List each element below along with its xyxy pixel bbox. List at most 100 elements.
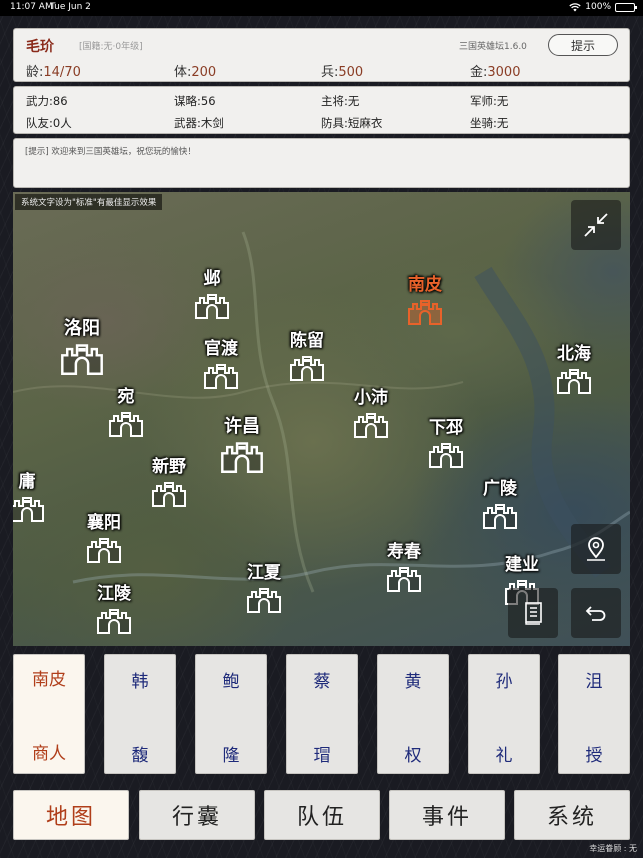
- tab-map[interactable]: 地图: [13, 790, 129, 840]
- npc-card-huang-quan[interactable]: 黄 权: [377, 654, 449, 774]
- npc-card-bao-long[interactable]: 鲍 隆: [195, 654, 267, 774]
- city-name: 庸: [18, 472, 36, 492]
- attr-martial: 武力:86: [26, 94, 68, 108]
- city-jiangxia[interactable]: 江夏: [247, 564, 281, 613]
- city-xiapi[interactable]: 下邳: [429, 419, 463, 468]
- npc-card-sun-li[interactable]: 孙 礼: [468, 654, 540, 774]
- message-text: [提示] 欢迎来到三国英雄坛，祝您玩的愉快！: [25, 147, 196, 157]
- attr-mount: 坐骑:无: [470, 116, 509, 130]
- wifi-icon: [569, 2, 581, 11]
- city-beihai[interactable]: 北海: [557, 345, 591, 394]
- city-xinye[interactable]: 新野: [152, 458, 186, 507]
- npc-name-line2: 授: [585, 746, 603, 766]
- stat-age: 龄:14/70: [26, 61, 81, 80]
- npc-card-cai-mao[interactable]: 蔡 瑁: [286, 654, 358, 774]
- npc-name-line1: 鲍: [222, 672, 240, 692]
- stat-soldiers: 兵:500: [321, 61, 363, 80]
- journal-button[interactable]: [508, 588, 558, 638]
- city-xuchang[interactable]: 许昌: [221, 417, 263, 473]
- city-name: 寿春: [387, 542, 421, 562]
- npc-card-nanpi-merchant[interactable]: 南皮 商人: [13, 654, 85, 774]
- npc-card-ju-shou[interactable]: 沮 授: [558, 654, 630, 774]
- city-name: 南皮: [408, 275, 442, 295]
- npc-name-line2: 礼: [495, 746, 513, 766]
- city-gate-icon: [408, 299, 442, 325]
- status-bar: 11:07 AM Tue Jun 2 100%: [0, 0, 643, 16]
- tab-system[interactable]: 系统: [514, 790, 630, 840]
- city-guandu[interactable]: 官渡: [204, 340, 238, 389]
- npc-name-line2: 商人: [32, 744, 66, 764]
- city-name: 襄阳: [87, 513, 121, 533]
- status-date: Tue Jun 2: [50, 2, 91, 12]
- collapse-map-button[interactable]: [571, 200, 621, 250]
- city-name: 广陵: [483, 479, 517, 499]
- city-name: 官渡: [204, 339, 238, 359]
- npc-name-line2: 隆: [222, 746, 240, 766]
- city-name: 小沛: [354, 388, 388, 408]
- city-nanpi[interactable]: 南皮: [408, 276, 442, 325]
- city-name: 江陵: [97, 584, 131, 604]
- city-gate-icon: [195, 293, 229, 319]
- city-ye[interactable]: 邺: [195, 270, 229, 319]
- status-time: 11:07 AM: [10, 2, 53, 12]
- locate-button[interactable]: [571, 524, 621, 574]
- city-yong[interactable]: 庸: [13, 473, 44, 522]
- city-gate-icon: [290, 355, 324, 381]
- collapse-arrows-icon: [584, 213, 608, 237]
- tab-bag[interactable]: 行囊: [139, 790, 255, 840]
- hint-button[interactable]: 提示: [548, 34, 618, 56]
- city-luoyang[interactable]: 洛阳: [61, 319, 103, 375]
- npc-name-line1: 南皮: [32, 670, 66, 690]
- city-gate-icon: [97, 608, 131, 634]
- character-faction: [国籍:无·0年级]: [79, 42, 143, 52]
- character-panel: 毛玠 [国籍:无·0年级] 三国英雄坛1.6.0 提示 龄:14/70 体:20…: [13, 28, 630, 82]
- city-wan[interactable]: 宛: [109, 388, 143, 437]
- back-button[interactable]: [571, 588, 621, 638]
- stat-health: 体:200: [174, 61, 216, 80]
- stat-age-value: 14/70: [43, 65, 81, 80]
- city-gate-icon: [354, 412, 388, 438]
- npc-card-han-fu[interactable]: 韩 馥: [104, 654, 176, 774]
- npc-name-line2: 馥: [131, 746, 149, 766]
- city-gate-icon: [247, 587, 281, 613]
- battery-percent: 100%: [585, 2, 611, 12]
- game-version: 三国英雄坛1.6.0: [459, 42, 527, 52]
- attr-advisor: 军师:无: [470, 94, 509, 108]
- stat-health-label: 体:: [174, 65, 192, 80]
- stat-gold: 金:3000: [470, 61, 520, 80]
- city-chenliu[interactable]: 陈留: [290, 332, 324, 381]
- city-gate-icon: [109, 411, 143, 437]
- city-gate-icon: [13, 496, 44, 522]
- npc-name-line2: 权: [404, 746, 422, 766]
- map-notice: 系统文字设为"标准"有最佳显示效果: [15, 194, 163, 210]
- city-shouchun[interactable]: 寿春: [387, 543, 421, 592]
- attr-armor: 防具:短麻衣: [321, 116, 383, 130]
- npc-name-line1: 孙: [495, 672, 513, 692]
- tab-team[interactable]: 队伍: [264, 790, 380, 840]
- attr-strategy: 谋略:56: [174, 94, 216, 108]
- message-panel: [提示] 欢迎来到三国英雄坛，祝您玩的愉快！: [13, 138, 630, 188]
- city-gate-icon: [204, 363, 238, 389]
- world-map[interactable]: 系统文字设为"标准"有最佳显示效果 邺 南皮 洛阳 官渡 陈留 北海 宛 小沛 …: [13, 192, 630, 646]
- attributes-panel: 武力:86 谋略:56 主将:无 军师:无 队友:0人 武器:木剑 防具:短麻衣…: [13, 86, 630, 134]
- stat-gold-label: 金:: [470, 65, 488, 80]
- city-name: 许昌: [224, 416, 260, 437]
- book-icon: [525, 602, 542, 625]
- city-name: 新野: [152, 457, 186, 477]
- luck-status: 幸运眷顾 : 无: [589, 844, 637, 853]
- battery-icon: [615, 2, 637, 12]
- city-xiaopei[interactable]: 小沛: [354, 389, 388, 438]
- tab-events[interactable]: 事件: [389, 790, 505, 840]
- stat-gold-value: 3000: [487, 65, 521, 80]
- city-jiangling[interactable]: 江陵: [97, 585, 131, 634]
- stat-soldiers-value: 500: [338, 65, 364, 80]
- city-gate-icon: [87, 537, 121, 563]
- city-guangling[interactable]: 广陵: [483, 480, 517, 529]
- city-name: 邺: [203, 269, 221, 289]
- city-gate-icon: [387, 566, 421, 592]
- city-xiangyang[interactable]: 襄阳: [87, 514, 121, 563]
- city-name: 陈留: [290, 331, 324, 351]
- return-arrow-icon: [585, 606, 606, 621]
- attr-teammates: 队友:0人: [26, 116, 72, 130]
- stat-age-label: 龄:: [26, 65, 44, 80]
